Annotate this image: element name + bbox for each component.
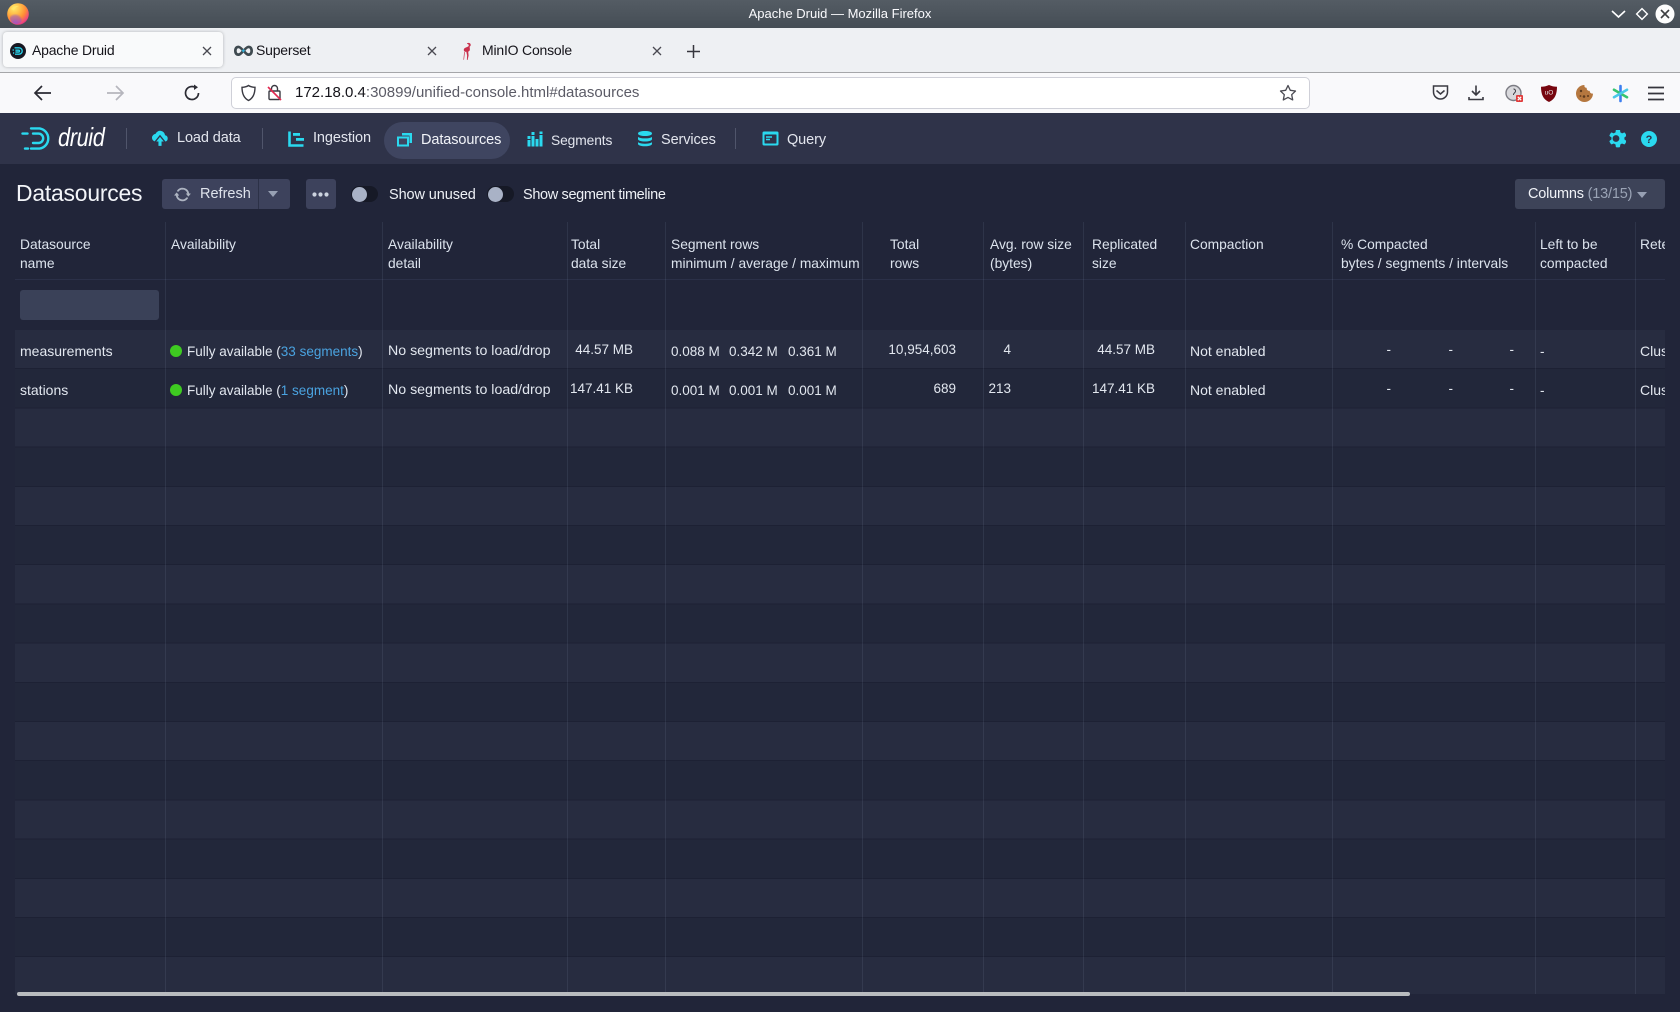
svg-text:?: ?: [1646, 134, 1653, 146]
svg-text:uO: uO: [1545, 90, 1554, 97]
